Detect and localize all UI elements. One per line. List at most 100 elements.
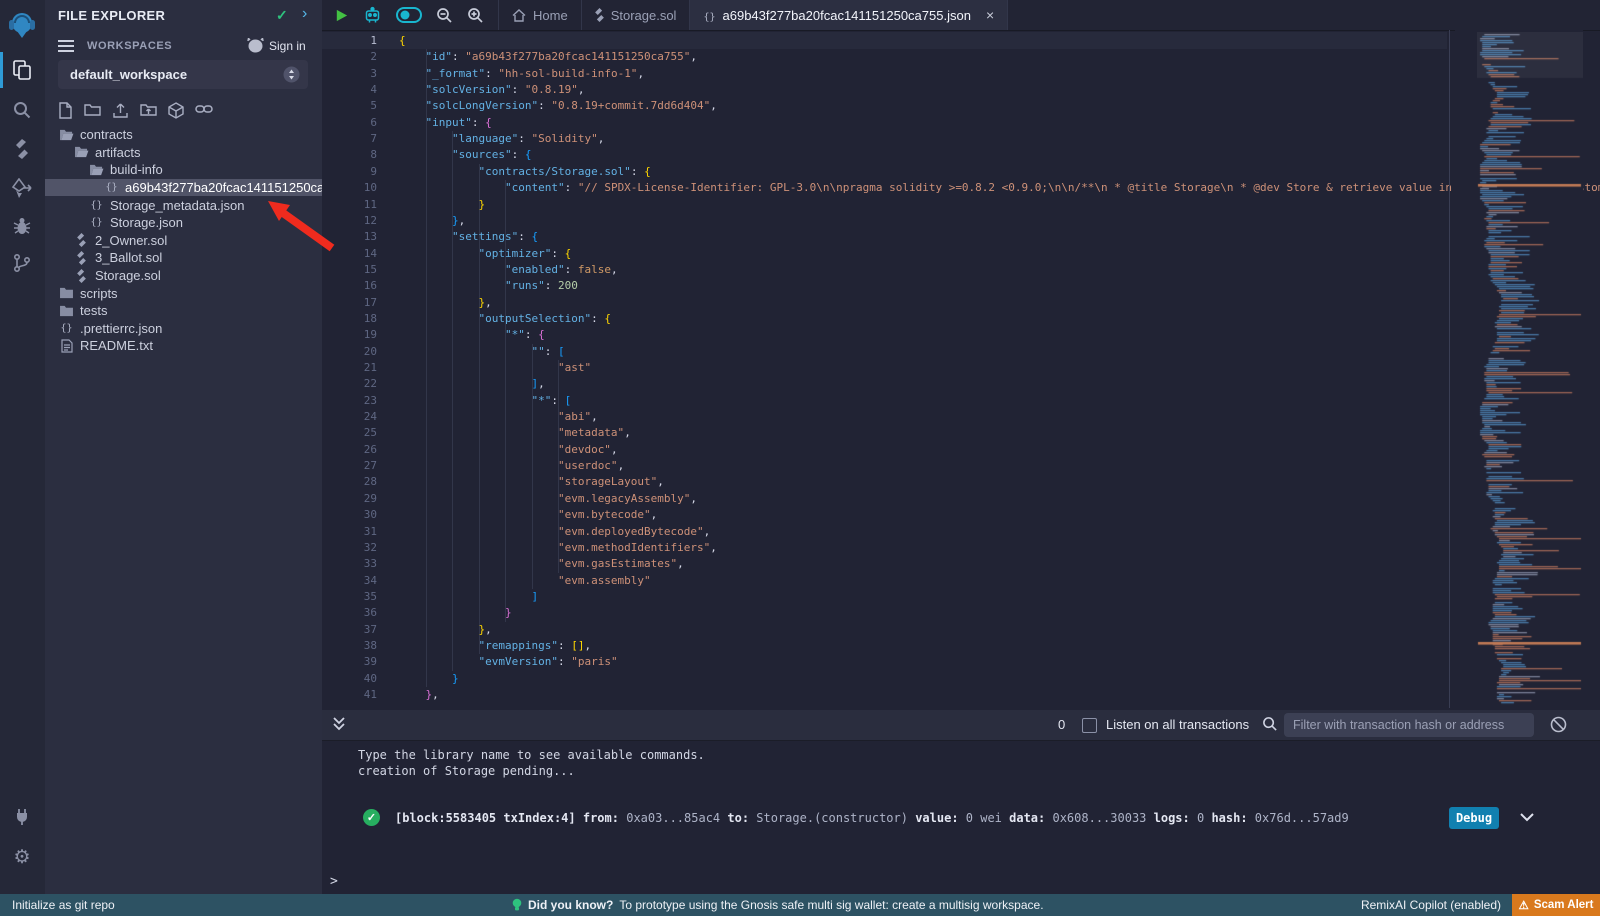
zoom-out-icon[interactable] [436,7,453,24]
git-icon[interactable] [0,246,44,280]
tree-item-3-ballot-sol[interactable]: 3_Ballot.sol [45,249,322,267]
tree-item-storage-metadata-json[interactable]: {}Storage_metadata.json [45,196,322,214]
zoom-in-icon[interactable] [467,7,484,24]
tree-item-label: .prettierrc.json [80,321,162,336]
line-number: 29 [327,491,377,507]
ipfs-cube-icon[interactable] [168,102,184,119]
tab-label: Storage.sol [611,8,677,23]
editor-minimap-divider [1449,30,1450,708]
tree-item-artifacts[interactable]: artifacts [45,144,322,162]
file-explorer-icon[interactable] [0,53,44,87]
code-line-16: "runs": 200 [399,278,578,294]
tx-success-icon: ✓ [363,809,380,826]
code-line-31: "evm.deployedBytecode", [399,524,710,540]
code-line-27: "userdoc", [399,458,624,474]
tree-item-storage-json[interactable]: {}Storage.json [45,214,322,232]
file-icon [58,339,75,353]
code-line-41: }, [399,687,439,703]
line-number: 33 [327,556,377,572]
line-number: 37 [327,622,377,638]
workspace-select[interactable]: default_workspace [58,60,308,89]
panel-title: FILE EXPLORER [58,8,165,23]
tree-item-label: Storage.sol [95,268,161,283]
code-line-11: } [399,197,485,213]
tree-item-2-owner-sol[interactable]: 2_Owner.sol [45,232,322,250]
tree-item--prettierrc-json[interactable]: {}.prettierrc.json [45,320,322,338]
debugger-icon[interactable] [0,209,44,243]
code-editor[interactable]: 1{2 "id": "a69b43f277ba20fcac141151250ca… [322,30,1600,710]
code-line-24: "abi", [399,409,598,425]
minimap[interactable] [1477,32,1583,708]
tree-item-storage-sol[interactable]: Storage.sol [45,267,322,285]
tree-item-label: README.txt [80,338,153,353]
current-line-highlight [322,32,1447,49]
upload-folder-icon[interactable] [140,102,157,119]
tree-item-scripts[interactable]: scripts [45,284,322,302]
hamburger-menu-icon[interactable] [58,39,74,53]
code-line-21: "ast" [399,360,591,376]
link-icon[interactable] [195,102,213,119]
expand-terminal-icon[interactable] [332,716,346,732]
run-script-icon[interactable] [334,8,349,23]
did-you-know-tip: Did you know? To prototype using the Gno… [512,894,1044,916]
upload-file-icon[interactable] [112,102,129,119]
file-explorer-toolbar [58,102,213,119]
code-line-9: "contracts/Storage.sol": { [399,164,651,180]
transaction-row[interactable]: ✓ [block:5583405 txIndex:4] from: 0xa03.… [322,806,1600,832]
remix-logo-icon[interactable] [0,8,44,42]
code-line-2: "id": "a69b43f277ba20fcac141151250ca755"… [399,49,697,65]
tx-summary: [block:5583405 txIndex:4] from: 0xa03...… [395,811,1349,825]
settings-gear-icon[interactable]: ⚙ [0,840,44,874]
chevron-right-icon[interactable]: › [302,5,307,23]
code-line-40: } [399,671,459,687]
clear-console-icon[interactable] [1550,716,1567,733]
new-file-icon[interactable] [58,102,73,119]
copilot-status[interactable]: RemixAI Copilot (enabled) [1361,898,1501,912]
folder-open-icon [73,146,90,158]
transaction-filter-input[interactable] [1284,713,1534,737]
tree-item-tests[interactable]: tests [45,302,322,320]
code-line-23: "*": [ [399,393,571,409]
code-line-3: "_format": "hh-sol-build-info-1", [399,66,644,82]
tab-home[interactable]: Home [498,0,582,30]
line-number: 40 [327,671,377,687]
solidity-compiler-icon[interactable] [0,132,44,166]
terminal-prompt[interactable]: > [330,874,338,889]
tx-expand-caret-icon[interactable] [1518,808,1536,826]
tree-item-a69b43f277ba20fcac141151250ca7-[interactable]: {}a69b43f277ba20fcac141151250ca7... [45,179,322,197]
tree-item-build-info[interactable]: build-info [45,161,322,179]
terminal-log-line: Type the library name to see available c… [358,748,705,762]
workspaces-label: WORKSPACES [87,40,172,52]
new-folder-icon[interactable] [84,102,101,119]
search-icon[interactable] [0,93,44,127]
line-number: 38 [327,638,377,654]
line-number: 20 [327,344,377,360]
terminal-body[interactable]: Type the library name to see available c… [322,740,1600,894]
minimap-backdrop [1455,30,1583,710]
close-tab-icon[interactable]: × [986,8,994,22]
tab-storage-sol[interactable]: Storage.sol [582,0,691,30]
code-line-13: "settings": { [399,229,538,245]
plugin-manager-icon[interactable] [0,800,44,834]
listen-all-checkbox[interactable] [1082,718,1097,733]
lightbulb-icon [512,898,522,912]
line-number: 15 [327,262,377,278]
tree-item-contracts[interactable]: contracts [45,126,322,144]
debug-button[interactable]: Debug [1449,807,1499,829]
scam-alert-button[interactable]: ⚠ Scam Alert [1512,894,1600,916]
select-stepper-icon [283,66,300,83]
git-init-link[interactable]: Initialize as git repo [12,898,115,912]
json-icon: {} [103,182,120,193]
editor-controls [322,0,498,30]
remixai-robot-icon[interactable] [363,6,382,24]
deploy-run-icon[interactable] [0,171,44,205]
tab-a69b43f277ba20fcac141151250ca755-json[interactable]: {}a69b43f277ba20fcac141151250ca755.json× [690,0,1008,30]
copilot-toggle-icon[interactable] [396,7,422,23]
line-number: 34 [327,573,377,589]
tree-item-readme-txt[interactable]: README.txt [45,337,322,355]
tree-item-label: build-info [110,162,163,177]
code-line-39: "evmVersion": "paris" [399,654,618,670]
sign-in-link[interactable]: Sign in [269,39,306,53]
code-line-38: "remappings": [], [399,638,591,654]
code-line-8: "sources": { [399,147,531,163]
